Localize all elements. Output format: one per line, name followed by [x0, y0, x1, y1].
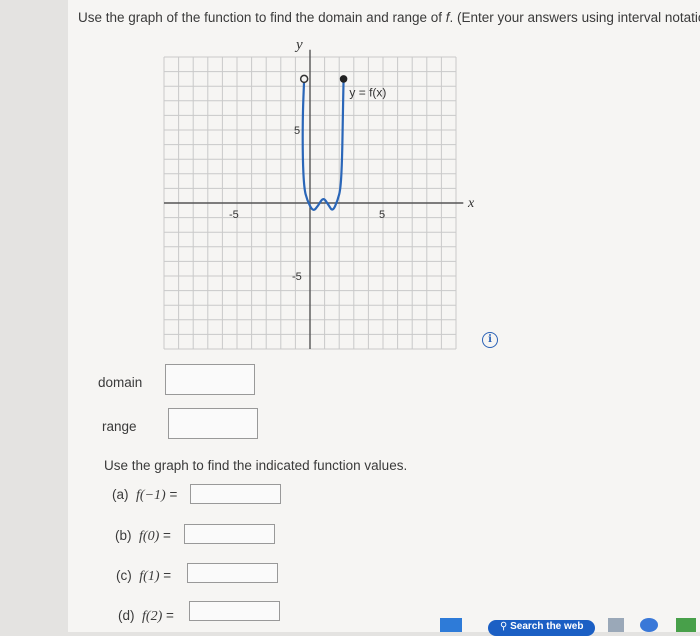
equals-d: =	[166, 608, 174, 623]
domain-input[interactable]	[165, 364, 255, 395]
closed-endpoint	[339, 75, 348, 83]
taskbar-window-icon[interactable]	[608, 618, 624, 632]
graph-axes	[164, 49, 464, 349]
function-graph: y x -5 5 5 -5 y = f(x)	[163, 40, 475, 350]
values-prompt: Use the graph to find the indicated func…	[104, 458, 408, 473]
range-input[interactable]	[168, 408, 258, 439]
equals-c: =	[163, 568, 172, 583]
x-tick-label-neg5: -5	[229, 209, 239, 221]
equals-a: =	[169, 487, 178, 502]
domain-label: domain	[98, 375, 143, 390]
info-icon[interactable]: i	[482, 332, 498, 348]
subquestion-a: (a) f(−1) =	[112, 487, 177, 504]
y-tick-label-5: 5	[294, 125, 300, 137]
search-icon: ⚲	[500, 621, 511, 632]
taskbar-camera-icon[interactable]	[640, 618, 658, 632]
expr-d: f(2)	[142, 609, 163, 624]
part-label-c: (c)	[116, 568, 132, 583]
taskbar-search-button[interactable]: ⚲ Search the web	[488, 620, 596, 636]
question-text-end: . (Enter your answers using interval not…	[449, 10, 700, 25]
expr-a: f(−1)	[136, 488, 166, 503]
subquestion-d: (d) f(2) =	[118, 608, 174, 625]
subquestion-c: (c) f(1) =	[116, 568, 171, 585]
question-text-start: Use the graph of the function to find th…	[78, 10, 446, 25]
expr-c: f(1)	[139, 569, 160, 584]
subquestion-b: (b) f(0) =	[115, 528, 171, 545]
y-tick-label-neg5: -5	[292, 271, 302, 283]
answer-d-input[interactable]	[189, 601, 280, 621]
taskbar-search-label: Search the web	[510, 621, 584, 632]
part-label-b: (b)	[115, 528, 132, 543]
taskbar-store-icon[interactable]	[676, 618, 696, 632]
equals-b: =	[163, 528, 171, 543]
answer-c-input[interactable]	[187, 563, 278, 583]
y-axis-label: y	[294, 40, 303, 53]
function-label: y = f(x)	[349, 85, 386, 99]
expr-b: f(0)	[139, 529, 160, 544]
part-label-d: (d)	[118, 608, 135, 623]
question-text: Use the graph of the function to find th…	[78, 10, 700, 25]
taskbar-app-icon[interactable]	[440, 618, 462, 632]
x-axis-label: x	[467, 196, 475, 211]
answer-a-input[interactable]	[190, 484, 281, 504]
open-endpoint	[299, 74, 309, 84]
range-label: range	[102, 419, 137, 434]
x-tick-label-5: 5	[379, 209, 385, 221]
answer-b-input[interactable]	[184, 524, 275, 544]
part-label-a: (a)	[112, 487, 129, 502]
